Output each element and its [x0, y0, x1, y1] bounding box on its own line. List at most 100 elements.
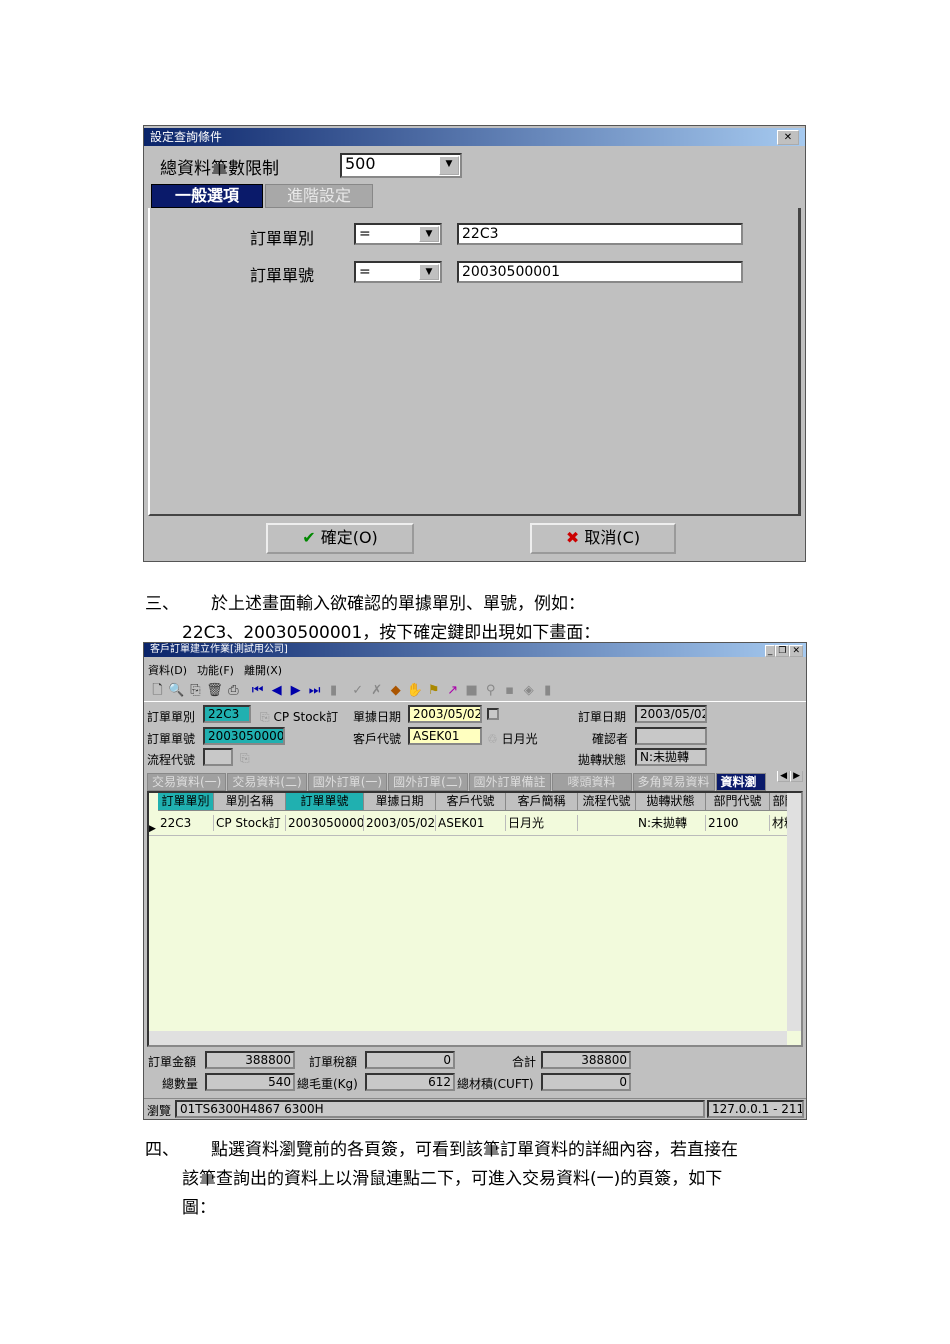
paragraph-text: 該筆查詢出的資料上以滑鼠連點二下，可進入交易資料(一)的頁簽，如下: [182, 1169, 723, 1189]
column-header[interactable]: 流程代號: [578, 793, 636, 811]
tag-icon[interactable]: ◈: [519, 683, 538, 698]
print-icon[interactable]: ⎙: [224, 683, 243, 698]
checkbox[interactable]: [487, 708, 499, 720]
vertical-scrollbar[interactable]: [787, 793, 801, 1031]
scroll-left-icon[interactable]: ◀: [777, 771, 791, 782]
menu-function[interactable]: 功能(F): [197, 664, 234, 677]
scroll-right-icon[interactable]: ▶: [790, 771, 803, 782]
flow-label: 流程代號: [147, 753, 196, 767]
copy-icon[interactable]: ⎘: [186, 683, 205, 698]
order-type-op-select[interactable]: = ▼: [354, 223, 442, 245]
menu-bar: 資料(D) 功能(F) 離開(X): [148, 659, 292, 678]
table-cell: 22C3: [158, 815, 214, 831]
cancel-icon[interactable]: ✗: [367, 683, 386, 698]
cancel-button[interactable]: ✖ 取消(C): [530, 523, 676, 554]
ok-button[interactable]: ✔ 確定(O): [266, 523, 414, 554]
column-header[interactable]: 拋轉狀態: [636, 793, 706, 811]
column-header[interactable]: 部門代號: [706, 793, 770, 811]
amount-label: 訂單金額: [148, 1055, 197, 1069]
first-icon[interactable]: ⏮: [248, 683, 267, 698]
tax-label: 訂單稅額: [309, 1055, 358, 1069]
status-host: 127.0.0.1 - 211: [707, 1100, 804, 1118]
grid-header: 訂單單別 單別名稱 訂單單號 單據日期 客戶代號 客戶簡稱 流程代號 拋轉狀態 部門代號 部門: [149, 793, 801, 815]
search-icon[interactable]: ⚲: [481, 683, 500, 698]
box-icon[interactable]: ▪: [500, 683, 519, 698]
close-button[interactable]: ✕: [789, 645, 803, 657]
tab-strip: 交易資料(一) 交易資料(二) 國外訂單(一) 國外訂單(二) 國外訂單備註 嘜頭資料 多角…: [147, 771, 803, 791]
customer-field[interactable]: ASEK01: [408, 727, 482, 745]
menu-exit[interactable]: 離開(X): [244, 664, 282, 677]
order-no-field[interactable]: 20030500001: [203, 727, 285, 745]
delete-icon[interactable]: 🗑: [205, 683, 224, 698]
query-dialog: 設定查詢條件 ✕ 總資料筆數限制 500 ▼ 一般選項 進階設定 訂單單別 = ▼ …: [143, 125, 806, 562]
order-type-label: 訂單單別: [147, 710, 196, 724]
confirm-icon[interactable]: ✓: [348, 683, 367, 698]
order-type-name-text: CP Stock訂: [273, 710, 339, 724]
confirmer-field: [635, 727, 707, 745]
column-header[interactable]: 訂單單號: [286, 793, 364, 811]
flow-field[interactable]: [203, 748, 233, 766]
order-type-field[interactable]: 22C3: [203, 705, 251, 723]
tab-trade-2[interactable]: 交易資料(二): [227, 773, 307, 791]
weight-field: 612: [365, 1073, 455, 1091]
horizontal-scrollbar[interactable]: [149, 1031, 787, 1045]
tab-general[interactable]: 一般選項: [151, 184, 263, 208]
tab-marks[interactable]: 嘜頭資料: [551, 773, 632, 791]
dialog-title: 設定查詢條件: [150, 130, 223, 144]
window-controls[interactable]: _ ❐ ✕: [764, 644, 803, 658]
tab-trade-1[interactable]: 交易資料(一): [147, 773, 227, 791]
page-icon[interactable]: ▮: [324, 683, 343, 698]
disk-icon[interactable]: ■: [462, 683, 481, 698]
last-icon[interactable]: ⏭: [305, 683, 324, 698]
new-icon[interactable]: 🗋: [148, 681, 167, 703]
sign-icon[interactable]: ⚑: [424, 683, 443, 698]
tool-icon[interactable]: ◆: [386, 683, 405, 698]
lookup-icon[interactable]: ⎘: [240, 751, 250, 766]
volume-field: 0: [541, 1073, 631, 1091]
table-row[interactable]: ▶ 22C3 CP Stock訂 200305000012003/05/02 ASEK0…: [149, 815, 801, 836]
column-header[interactable]: 訂單單別: [158, 793, 214, 811]
order-type-name: ⎘ CP Stock訂: [260, 708, 338, 725]
prev-icon[interactable]: ◀: [267, 683, 286, 698]
lookup-icon[interactable]: ⎘: [260, 710, 270, 724]
table-cell: CP Stock訂: [214, 815, 286, 831]
doc-date-field[interactable]: 2003/05/02: [408, 705, 482, 723]
column-header[interactable]: 客戶簡稱: [506, 793, 578, 811]
limit-select[interactable]: 500 ▼: [340, 153, 462, 178]
table-cell: ASEK01: [436, 815, 506, 831]
tab-foreign-1[interactable]: 國外訂單(一): [307, 773, 388, 791]
close-button[interactable]: ✕: [777, 130, 799, 145]
qty-field: 540: [205, 1073, 295, 1091]
column-header[interactable]: 客戶代號: [436, 793, 506, 811]
weight-label: 總毛重(Kg): [297, 1077, 358, 1091]
menu-data[interactable]: 資料(D): [148, 664, 187, 677]
tab-scroll[interactable]: ◀ ▶: [777, 771, 803, 782]
tab-foreign-notes[interactable]: 國外訂單備註: [468, 773, 551, 791]
chevron-down-icon: ▼: [439, 156, 459, 175]
hand-icon[interactable]: ✋: [405, 683, 424, 698]
sum-field: 388800: [541, 1051, 631, 1069]
order-type-input[interactable]: 22C3: [457, 223, 743, 245]
preview-icon[interactable]: 🔍: [167, 683, 186, 698]
column-header[interactable]: 單據日期: [364, 793, 436, 811]
lookup-icon[interactable]: ♲: [487, 732, 498, 746]
customer-label: 客戶代號: [353, 732, 402, 746]
chart-icon[interactable]: ↗: [443, 683, 462, 698]
tab-triangular[interactable]: 多角貿易資料: [632, 773, 715, 791]
table-cell: 2100: [706, 815, 770, 831]
paragraph-text: 圖：: [182, 1198, 216, 1218]
maximize-button[interactable]: ❐: [775, 645, 790, 657]
cancel-label: 取消(C): [584, 528, 641, 547]
order-no-input[interactable]: 20030500001: [457, 261, 743, 283]
next-icon[interactable]: ▶: [286, 683, 305, 698]
column-header[interactable]: 單別名稱: [214, 793, 286, 811]
minimize-button[interactable]: _: [764, 645, 776, 657]
tab-foreign-2[interactable]: 國外訂單(二): [388, 773, 468, 791]
order-no-op-select[interactable]: = ▼: [354, 261, 442, 283]
order-type-label: 訂單單別: [250, 229, 315, 248]
grid-body: ▶ 22C3 CP Stock訂 200305000012003/05/02 ASEK0…: [149, 815, 801, 836]
doc-icon[interactable]: ▮: [538, 683, 557, 698]
customer-name-text: 日月光: [501, 732, 538, 746]
tab-browse[interactable]: 資料瀏: [715, 773, 766, 791]
tab-advanced[interactable]: 進階設定: [265, 184, 373, 208]
